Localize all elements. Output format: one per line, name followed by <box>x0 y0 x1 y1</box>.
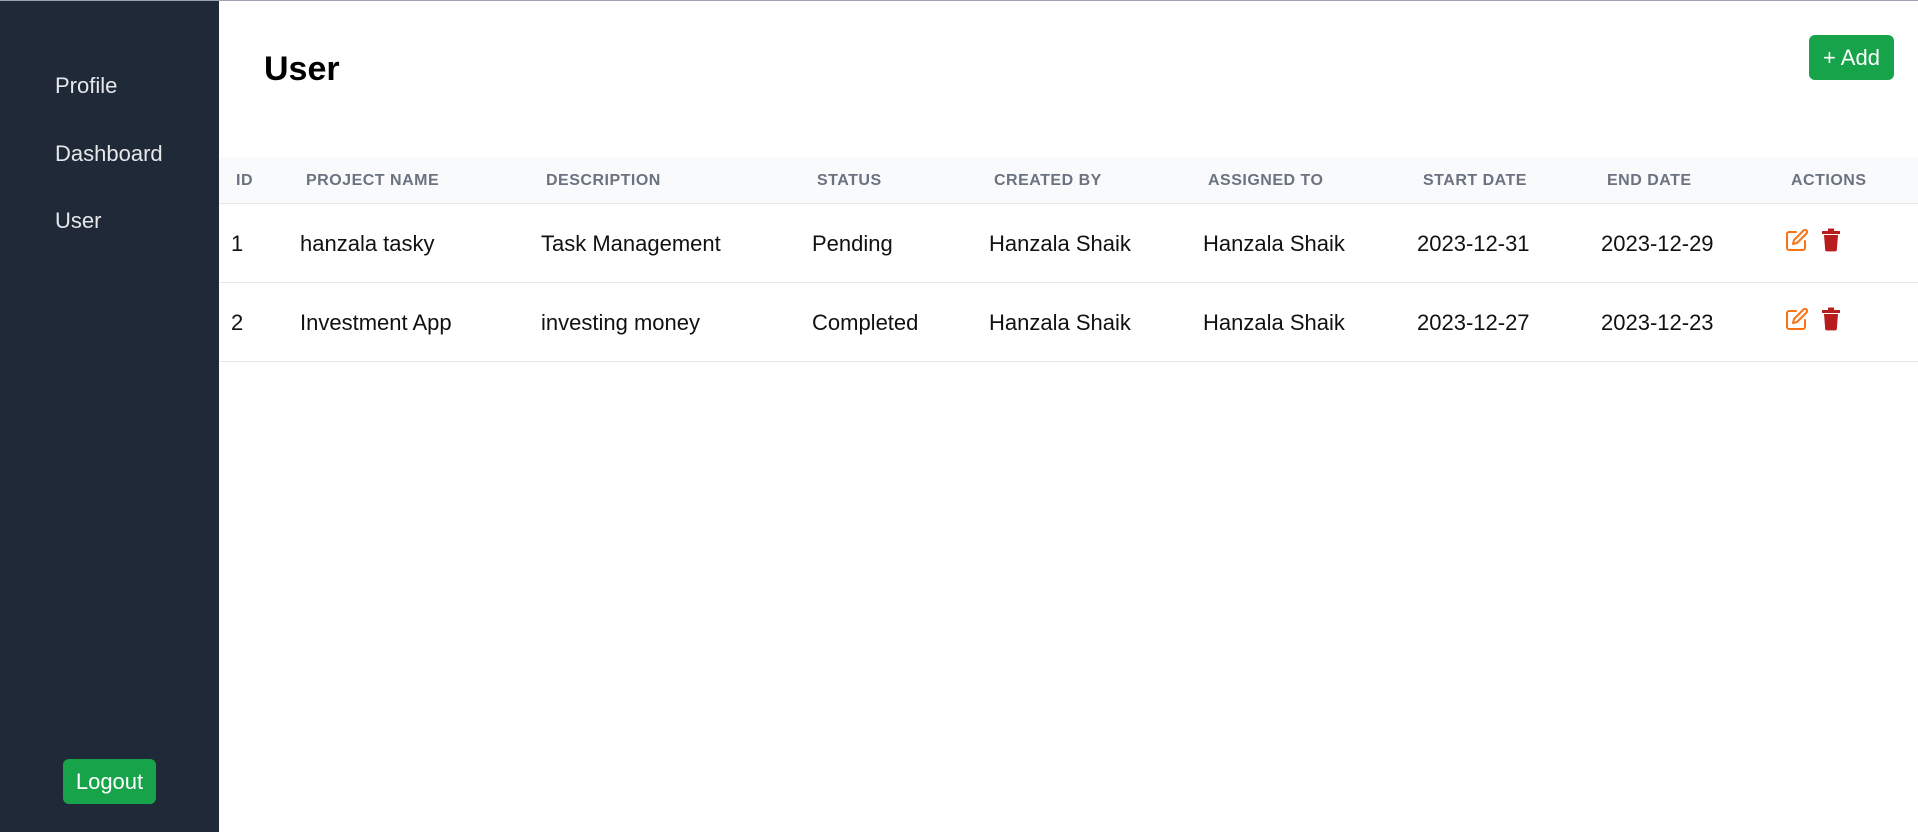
cell-created-by: Hanzala Shaik <box>989 310 1131 335</box>
column-header-actions: ACTIONS <box>1791 172 1867 189</box>
sidebar-item-user[interactable]: User <box>55 208 101 234</box>
table-header: ID PROJECT NAME DESCRIPTION STATUS CREAT… <box>219 158 1918 204</box>
cell-description: investing money <box>541 310 700 335</box>
sidebar-item-profile[interactable]: Profile <box>55 73 117 99</box>
cell-start-date: 2023-12-27 <box>1417 310 1530 335</box>
cell-created-by: Hanzala Shaik <box>989 231 1131 256</box>
page-title: User <box>264 50 340 88</box>
cell-id: 2 <box>231 310 244 335</box>
column-header-project-name: PROJECT NAME <box>306 172 440 189</box>
column-header-created-by: CREATED BY <box>994 172 1102 189</box>
cell-end-date: 2023-12-23 <box>1601 310 1714 335</box>
trash-icon[interactable] <box>1821 307 1845 331</box>
table-row: 2 Investment App investing money Complet… <box>219 283 1918 362</box>
cell-description: Task Management <box>541 231 721 256</box>
edit-icon[interactable] <box>1785 307 1809 331</box>
logout-button[interactable]: Logout <box>63 759 156 804</box>
cell-project-name: Investment App <box>300 310 452 335</box>
column-header-assigned-to: ASSIGNED TO <box>1208 172 1324 189</box>
cell-status: Completed <box>812 310 919 335</box>
projects-table: ID PROJECT NAME DESCRIPTION STATUS CREAT… <box>219 158 1918 362</box>
sidebar-item-dashboard[interactable]: Dashboard <box>55 141 163 167</box>
cell-assigned-to: Hanzala Shaik <box>1203 231 1345 256</box>
cell-start-date: 2023-12-31 <box>1417 231 1530 256</box>
cell-id: 1 <box>231 231 244 256</box>
cell-status: Pending <box>812 231 893 256</box>
cell-assigned-to: Hanzala Shaik <box>1203 310 1345 335</box>
sidebar: Profile Dashboard User Logout <box>0 1 219 832</box>
trash-icon[interactable] <box>1821 228 1845 252</box>
column-header-id: ID <box>236 172 253 189</box>
column-header-start-date: START DATE <box>1423 172 1527 189</box>
column-header-description: DESCRIPTION <box>546 172 661 189</box>
cell-project-name: hanzala tasky <box>300 231 435 256</box>
table-row: 1 hanzala tasky Task Management Pending … <box>219 204 1918 283</box>
cell-end-date: 2023-12-29 <box>1601 231 1714 256</box>
column-header-end-date: END DATE <box>1607 172 1692 189</box>
edit-icon[interactable] <box>1785 228 1809 252</box>
column-header-status: STATUS <box>817 172 882 189</box>
top-border <box>0 0 1918 1</box>
add-button[interactable]: + Add <box>1809 35 1894 80</box>
